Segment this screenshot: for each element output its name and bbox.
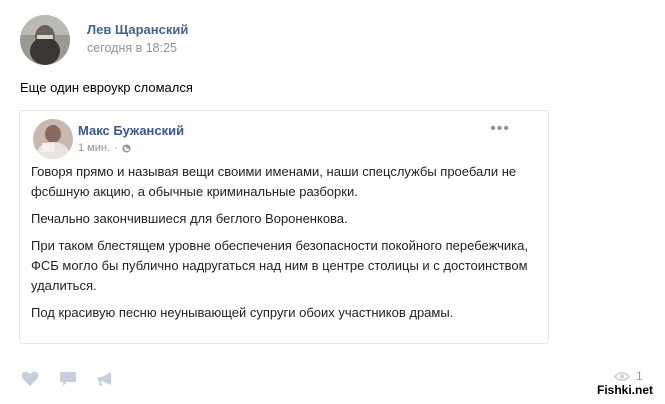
views-count: 1	[636, 369, 643, 383]
site-watermark: Fishki.net	[597, 383, 654, 397]
repost-body: Говоря прямо и называя вещи своими имена…	[31, 162, 531, 330]
repost-author-name[interactable]: Макс Бужанский	[78, 123, 184, 138]
author-name[interactable]: Лев Щаранский	[87, 22, 188, 37]
globe-icon	[122, 143, 131, 153]
post-time[interactable]: сегодня в 18:25	[87, 41, 177, 55]
megaphone-icon[interactable]	[96, 370, 116, 388]
eye-icon	[614, 371, 630, 381]
more-options-button[interactable]: •••	[490, 120, 510, 138]
actions-bar	[20, 368, 116, 390]
repost-author-avatar[interactable]	[33, 119, 73, 159]
heart-icon[interactable]	[20, 370, 40, 388]
repost-card: Макс Бужанский 1 мин. · ••• Говоря прямо…	[19, 110, 549, 344]
repost-meta: 1 мин. ·	[78, 142, 131, 154]
meta-separator: ·	[114, 142, 118, 154]
repost-paragraph: При таком блестящем уровне обеспечения б…	[31, 238, 528, 293]
author-avatar[interactable]	[20, 15, 70, 65]
post-text: Еще один евроукр сломался	[20, 80, 193, 95]
repost-time[interactable]: 1 мин.	[78, 142, 110, 154]
repost-paragraph: Печально закончившиеся для беглого Ворон…	[31, 211, 348, 226]
repost-paragraph: Под красивую песню неунывающей супруги о…	[31, 305, 454, 320]
views-counter: 1	[614, 369, 643, 383]
repost-paragraph: Говоря прямо и называя вещи своими имена…	[31, 164, 517, 199]
comment-icon[interactable]	[58, 370, 78, 388]
